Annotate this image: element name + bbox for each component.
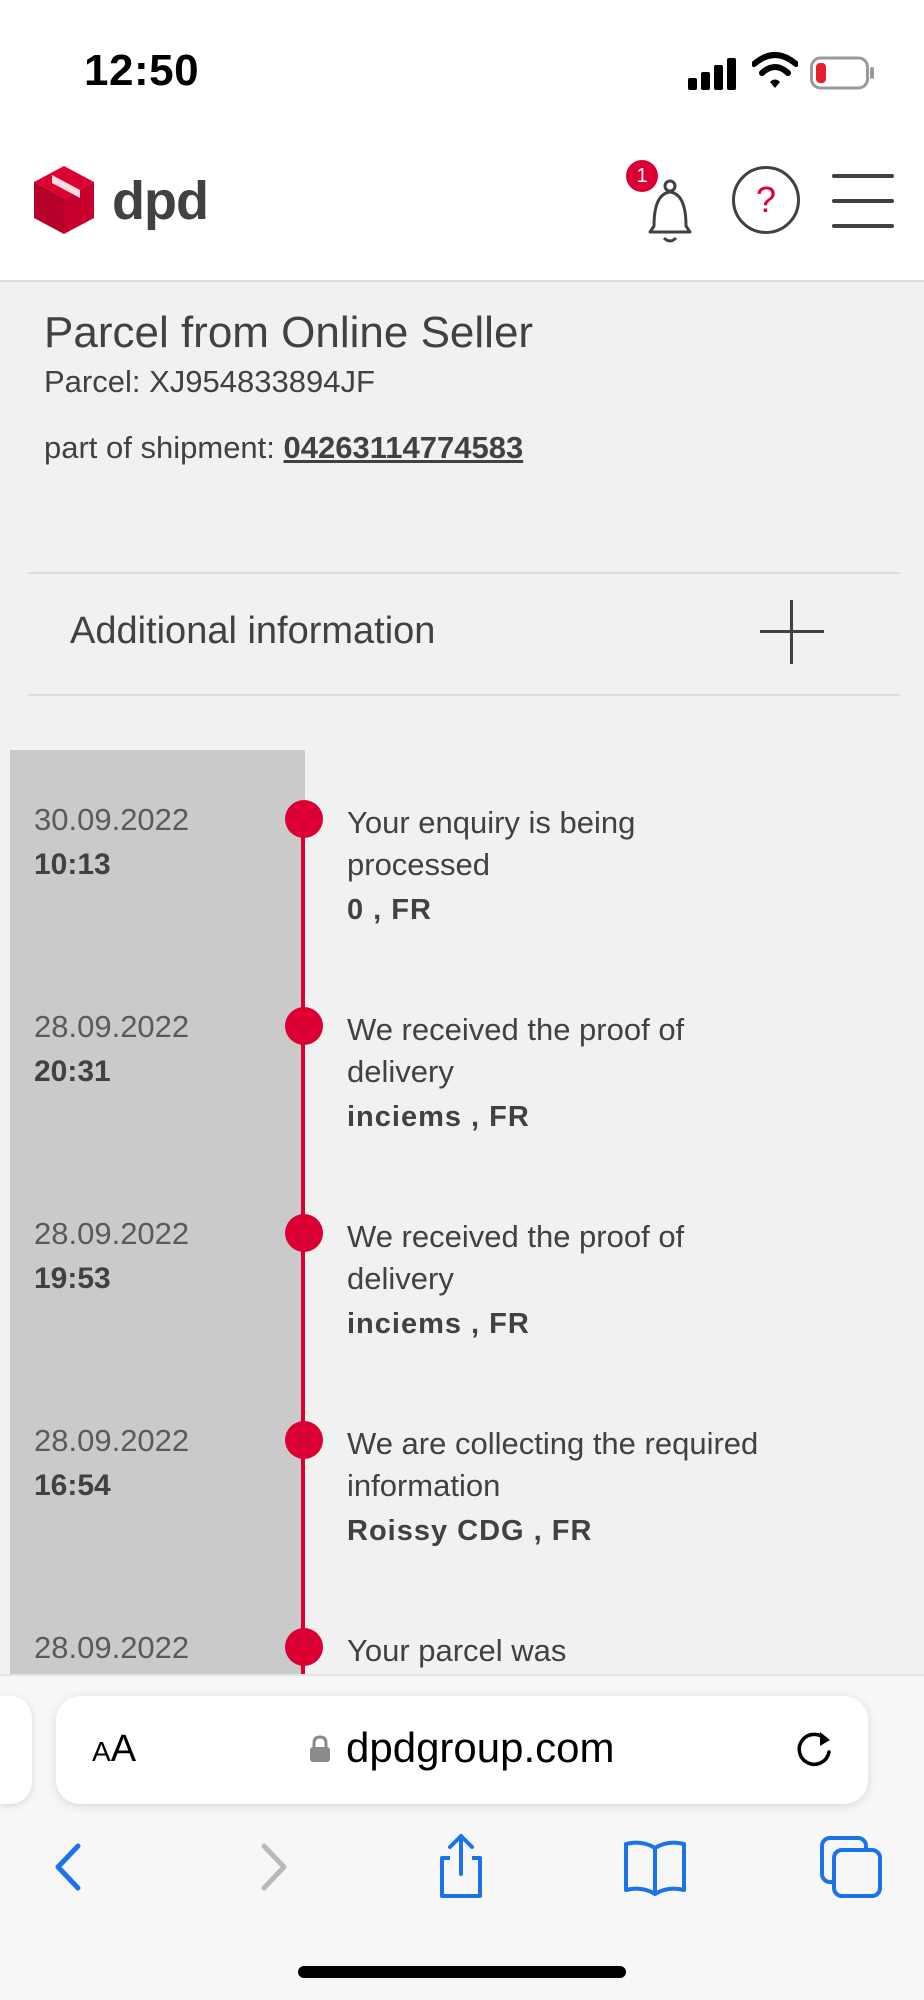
browser-toolbar: AA dpdgroup.com	[0, 1674, 924, 2000]
browser-nav-row	[0, 1822, 924, 1912]
battery-low-icon	[810, 56, 874, 90]
shipment-label: part of shipment:	[44, 430, 275, 465]
timeline-event: 28.09.2022 Your parcel was	[10, 1578, 924, 1674]
event-location: Roissy CDG , FR	[347, 1515, 593, 1547]
chevron-right-icon[interactable]	[236, 1832, 306, 1902]
event-location: 0 , FR	[347, 894, 432, 926]
hamburger-menu-icon[interactable]	[832, 174, 894, 228]
shipment-number-link[interactable]: 04263114774583	[284, 430, 524, 465]
status-time: 12:50	[84, 46, 200, 95]
event-location: inciems , FR	[347, 1101, 530, 1133]
notifications-button[interactable]: 1	[626, 158, 696, 254]
cellular-signal-icon	[688, 56, 738, 90]
help-circle-icon[interactable]: ?	[732, 166, 800, 234]
share-icon[interactable]	[426, 1832, 496, 1902]
event-description: We received the proof of delivery	[347, 1219, 685, 1296]
event-date: 28.09.2022	[34, 1009, 190, 1044]
aa-big: A	[110, 1728, 137, 1770]
additional-information-label: Additional information	[70, 610, 436, 652]
parcel-number: Parcel: XJ954833894JF	[44, 364, 375, 399]
tracking-content: Parcel from Online Seller Parcel: XJ9548…	[0, 282, 924, 1674]
parcel-title: Parcel from Online Seller	[44, 308, 534, 357]
timeline-event: 28.09.2022 16:54 We are collecting the r…	[10, 1371, 924, 1571]
event-description: Your parcel was	[347, 1633, 567, 1668]
home-indicator	[298, 1966, 626, 1978]
text-size-button[interactable]: AA	[92, 1728, 136, 1771]
timeline-event: 28.09.2022 20:31 We received the proof o…	[10, 957, 924, 1157]
dpd-cube-icon[interactable]	[32, 164, 96, 236]
timeline-dot	[285, 1628, 323, 1666]
timeline-dot	[285, 800, 323, 838]
event-time: 16:54	[34, 1469, 111, 1502]
timeline-dot	[285, 1007, 323, 1045]
event-date: 30.09.2022	[34, 802, 190, 837]
status-bar: 12:50	[0, 0, 924, 140]
previous-tab-peek[interactable]	[0, 1696, 32, 1804]
site-header: dpd 1 ?	[0, 140, 924, 282]
timeline-event: 28.09.2022 19:53 We received the proof o…	[10, 1164, 924, 1364]
aa-small: A	[92, 1736, 111, 1767]
chevron-left-icon[interactable]	[36, 1832, 106, 1902]
event-date: 28.09.2022	[34, 1216, 190, 1251]
event-description: We received the proof of delivery	[347, 1012, 685, 1089]
timeline-dot	[285, 1421, 323, 1459]
event-time: 20:31	[34, 1055, 111, 1088]
dpd-logo-text[interactable]: dpd	[112, 170, 209, 232]
event-location: inciems , FR	[347, 1308, 530, 1340]
timeline-dot	[285, 1214, 323, 1252]
timeline-event: 30.09.2022 10:13 Your enquiry is being p…	[10, 750, 924, 950]
plus-icon[interactable]	[760, 600, 824, 664]
event-time: 19:53	[34, 1262, 111, 1295]
event-description: Your enquiry is being processed	[347, 805, 636, 882]
url-text[interactable]: dpdgroup.com	[346, 1724, 615, 1772]
tabs-icon[interactable]	[816, 1832, 886, 1902]
notification-badge: 1	[626, 160, 658, 192]
event-time: 10:13	[34, 848, 111, 881]
event-date: 28.09.2022	[34, 1630, 190, 1665]
event-description: We are collecting the required informati…	[347, 1426, 759, 1503]
address-bar[interactable]: AA dpdgroup.com	[56, 1696, 868, 1804]
additional-information-accordion[interactable]: Additional information	[28, 572, 900, 696]
reload-icon[interactable]	[790, 1726, 838, 1774]
tracking-timeline: 30.09.2022 10:13 Your enquiry is being p…	[10, 750, 924, 1674]
event-date: 28.09.2022	[34, 1423, 190, 1458]
wifi-icon	[752, 52, 798, 88]
lock-icon	[310, 1735, 330, 1762]
book-icon[interactable]	[620, 1832, 690, 1902]
shipment-line: part of shipment: 04263114774583	[44, 430, 523, 466]
